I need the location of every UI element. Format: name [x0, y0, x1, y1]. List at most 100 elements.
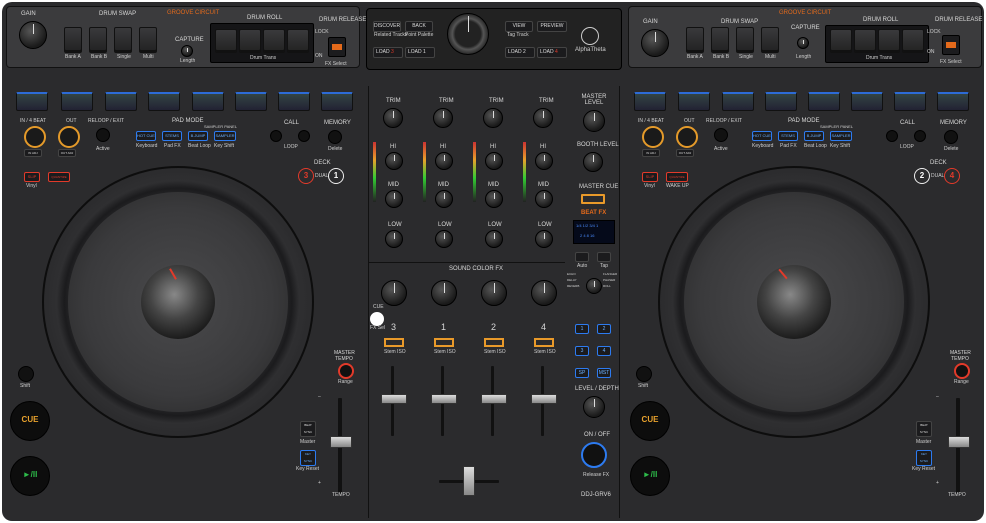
right-pad-4[interactable]: [765, 92, 797, 111]
cue-button[interactable]: CUE: [10, 401, 50, 441]
fx-assign-3[interactable]: 3: [575, 346, 589, 356]
mid-knob-ch3[interactable]: [385, 190, 403, 208]
master-tempo-button[interactable]: [338, 363, 354, 379]
play-pause-button-right[interactable]: ►/II: [630, 456, 670, 496]
beat-sync-button-right[interactable]: BEAT SYNC: [916, 421, 932, 437]
hi-knob-ch3[interactable]: [385, 152, 403, 170]
deck-2-indicator[interactable]: 2: [914, 168, 930, 184]
quantize-button[interactable]: QUANTIZE: [48, 172, 70, 182]
drum-swap-bank-b-button[interactable]: [89, 27, 107, 53]
low-knob-ch4[interactable]: [535, 230, 553, 248]
drum-swap-multi-button-right[interactable]: [761, 27, 779, 53]
loop-out-button-right[interactable]: [676, 126, 698, 148]
load-2-button[interactable]: LOAD 2: [505, 47, 535, 58]
capture-knob[interactable]: [181, 45, 193, 57]
fx-select-switch-right[interactable]: [942, 35, 960, 55]
tempo-fader[interactable]: [330, 436, 352, 448]
left-pad-7[interactable]: [278, 92, 310, 111]
drum-roll-pad-2[interactable]: [239, 29, 261, 53]
load-1-button[interactable]: LOAD 1: [405, 47, 435, 58]
sampler-button-right[interactable]: SAMPLER: [830, 131, 852, 141]
load-3-button[interactable]: LOAD 3: [373, 47, 403, 58]
slip-button[interactable]: SLIP: [24, 172, 40, 182]
reloop-exit-button-right[interactable]: [714, 128, 728, 142]
channel-fader-ch4[interactable]: [531, 394, 557, 404]
fx-assign-sampler[interactable]: SP: [575, 368, 589, 378]
drum-swap-multi-button[interactable]: [139, 27, 157, 53]
drum-roll-pad-1-right[interactable]: [830, 29, 852, 53]
color-fx-knob-ch1[interactable]: [431, 280, 457, 306]
preview-button[interactable]: PREVIEW: [537, 21, 567, 32]
drum-roll-pad-2-right[interactable]: [854, 29, 876, 53]
fx-assign-1[interactable]: 1: [575, 324, 589, 334]
loop-in-button[interactable]: [24, 126, 46, 148]
color-fx-knob-ch3[interactable]: [381, 280, 407, 306]
drum-swap-single-button[interactable]: [114, 27, 132, 53]
key-sync-button[interactable]: KEY SYNC: [300, 450, 316, 466]
capture-knob-right[interactable]: [797, 37, 809, 49]
fx-assign-4[interactable]: 4: [597, 346, 611, 356]
low-knob-ch2[interactable]: [485, 230, 503, 248]
key-sync-button-right[interactable]: KEY SYNC: [916, 450, 932, 466]
call-next-button[interactable]: [298, 130, 310, 142]
right-pad-6[interactable]: [851, 92, 883, 111]
mid-knob-ch2[interactable]: [485, 190, 503, 208]
loop-out-button[interactable]: [58, 126, 80, 148]
beat-fx-on-off-button[interactable]: [581, 442, 607, 468]
deck-3-indicator[interactable]: 3: [298, 168, 314, 184]
quantize-button-right[interactable]: QUANTIZE: [666, 172, 688, 182]
slip-button-right[interactable]: SLIP: [642, 172, 658, 182]
tempo-fader-right[interactable]: [948, 436, 970, 448]
hot-cue-button[interactable]: HOT CUE: [136, 131, 156, 141]
fx-right-button[interactable]: [597, 252, 611, 262]
stems-button[interactable]: STEMS: [162, 131, 182, 141]
master-tempo-button-right[interactable]: [954, 363, 970, 379]
booth-level-knob[interactable]: [583, 152, 603, 172]
browse-knob[interactable]: [447, 13, 489, 55]
master-level-knob[interactable]: [583, 110, 605, 132]
trim-knob-ch2[interactable]: [483, 108, 503, 128]
right-pad-1[interactable]: [634, 92, 666, 111]
hi-knob-ch2[interactable]: [485, 152, 503, 170]
hot-cue-button-right[interactable]: HOT CUE: [752, 131, 772, 141]
channel-fader-ch3[interactable]: [381, 394, 407, 404]
right-pad-8[interactable]: [937, 92, 969, 111]
shift-button[interactable]: [18, 366, 34, 382]
low-knob-ch1[interactable]: [435, 230, 453, 248]
gain-knob-right[interactable]: [641, 29, 669, 57]
right-jog-wheel[interactable]: [658, 166, 930, 438]
channel-fader-ch1[interactable]: [431, 394, 457, 404]
beat-fx-select-knob[interactable]: [586, 278, 602, 294]
cue-button-ch3[interactable]: [384, 338, 404, 347]
beat-jump-button[interactable]: B.JUMP: [188, 131, 208, 141]
drum-roll-pad-4[interactable]: [287, 29, 309, 53]
left-pad-3[interactable]: [105, 92, 137, 111]
master-cue-button[interactable]: [581, 194, 605, 204]
deck-4-indicator[interactable]: 4: [944, 168, 960, 184]
left-pad-4[interactable]: [148, 92, 180, 111]
call-next-button-right[interactable]: [914, 130, 926, 142]
gain-knob[interactable]: [19, 21, 47, 49]
cue-button-right[interactable]: CUE: [630, 401, 670, 441]
drum-roll-pad-3-right[interactable]: [878, 29, 900, 53]
back-button[interactable]: BACK: [405, 21, 433, 32]
left-jog-wheel[interactable]: [42, 166, 314, 438]
cue-button-ch2[interactable]: [484, 338, 504, 347]
right-pad-3[interactable]: [722, 92, 754, 111]
sampler-button[interactable]: SAMPLER: [214, 131, 236, 141]
left-pad-5[interactable]: [192, 92, 224, 111]
trim-knob-ch3[interactable]: [383, 108, 403, 128]
drum-swap-bank-b-button-right[interactable]: [711, 27, 729, 53]
trim-knob-ch4[interactable]: [533, 108, 553, 128]
right-pad-2[interactable]: [678, 92, 710, 111]
stems-button-right[interactable]: STEMS: [778, 131, 798, 141]
call-prev-button[interactable]: [270, 130, 282, 142]
drum-roll-pad-1[interactable]: [215, 29, 237, 53]
drum-roll-pad-4-right[interactable]: [902, 29, 924, 53]
call-prev-button-right[interactable]: [886, 130, 898, 142]
play-pause-button[interactable]: ►/II: [10, 456, 50, 496]
channel-fader-ch2[interactable]: [481, 394, 507, 404]
fx-assign-master[interactable]: MST: [597, 368, 611, 378]
left-pad-8[interactable]: [321, 92, 353, 111]
right-pad-5[interactable]: [808, 92, 840, 111]
